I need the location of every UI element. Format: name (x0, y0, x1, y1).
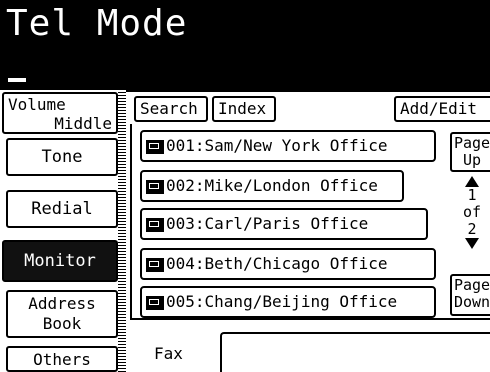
monitor-button[interactable]: Monitor (2, 240, 118, 282)
others-button[interactable]: Others (6, 346, 118, 372)
list-item-label: 001:Sam/New York Office (166, 136, 388, 155)
tone-button[interactable]: Tone (6, 138, 118, 176)
list-item[interactable]: 002:Mike/London Office (140, 170, 404, 202)
add-edit-button[interactable]: Add/Edit (394, 96, 490, 122)
page-down-label-1: Page (453, 276, 490, 294)
page-current: 1 (467, 186, 477, 204)
list-item-label: 002:Mike/London Office (166, 176, 378, 195)
page-down-label-2: Down (453, 293, 490, 311)
fax-number-field[interactable] (220, 332, 490, 372)
fax-icon (146, 257, 164, 272)
address-book-label-1: Address (28, 294, 96, 313)
page-total: 2 (467, 220, 477, 238)
redial-button[interactable]: Redial (6, 190, 118, 228)
search-button[interactable]: Search (134, 96, 208, 122)
page-up-label-2: Up (462, 151, 482, 169)
address-book-panel: Search Index Add/Edit 001:Sam/New York O… (126, 90, 490, 372)
volume-button[interactable]: Volume Middle (2, 92, 118, 134)
page-up-button[interactable]: Page Up (450, 132, 490, 172)
list-item-label: 003:Carl/Paris Office (166, 214, 369, 233)
list-item-label: 005:Chang/Beijing Office (166, 292, 398, 311)
page-title: Tel Mode (6, 3, 188, 44)
page-of: of (462, 203, 482, 221)
list-item[interactable]: 004:Beth/Chicago Office (140, 248, 436, 280)
fax-icon (146, 179, 164, 194)
fax-icon (146, 217, 164, 232)
input-cursor (8, 78, 26, 82)
panel-divider (118, 90, 126, 372)
address-list: 001:Sam/New York Office 002:Mike/London … (130, 124, 490, 320)
list-item[interactable]: 001:Sam/New York Office (140, 130, 436, 162)
panel-toolbar: Search Index Add/Edit (126, 90, 490, 124)
address-book-label-2: Book (42, 314, 82, 333)
title-bar: Tel Mode (0, 0, 490, 90)
page-up-label-1: Page (453, 134, 490, 152)
left-menu: Volume Middle Tone Redial Monitor Addres… (0, 90, 126, 372)
triangle-down-icon (465, 238, 479, 249)
fax-icon (146, 295, 164, 310)
index-button[interactable]: Index (212, 96, 276, 122)
volume-value: Middle (54, 114, 112, 133)
fax-tab[interactable]: Fax (154, 344, 183, 363)
fax-icon (146, 139, 164, 154)
page-down-button[interactable]: Page Down (450, 274, 490, 316)
address-book-button[interactable]: Address Book (6, 290, 118, 338)
page-indicator: 1 of 2 (450, 176, 490, 249)
volume-label: Volume (8, 95, 66, 114)
list-item-label: 004:Beth/Chicago Office (166, 254, 388, 273)
list-item[interactable]: 003:Carl/Paris Office (140, 208, 428, 240)
list-item[interactable]: 005:Chang/Beijing Office (140, 286, 436, 318)
